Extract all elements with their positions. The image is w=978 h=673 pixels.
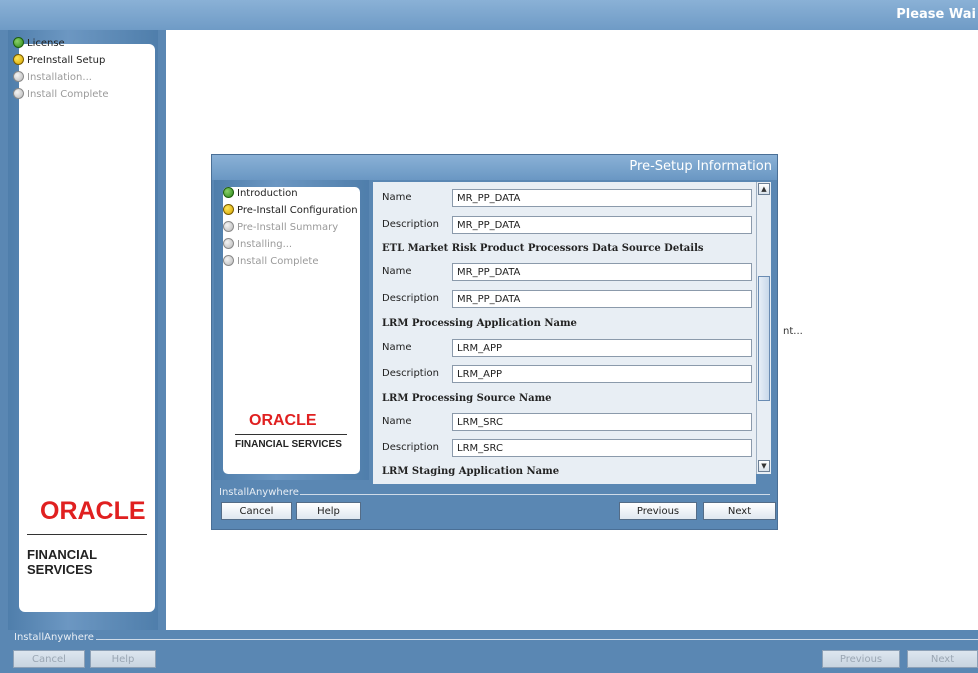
oracle-logo: ORACLE xyxy=(249,412,317,429)
section-lrm-processing-app: LRM Processing Application Name xyxy=(382,318,577,329)
s1-name-row: Name xyxy=(373,261,756,285)
dialog-step-label: Pre-Install Summary xyxy=(237,222,339,233)
scroll-up-icon[interactable]: ▲ xyxy=(758,183,770,195)
outer-next-button[interactable]: Next xyxy=(907,650,978,668)
outer-steps-panel: License PreInstall Setup Installation...… xyxy=(13,36,155,612)
top-name-row: Name xyxy=(373,187,756,211)
outer-cancel-button[interactable]: Cancel xyxy=(13,650,85,668)
dialog-step-summary: Pre-Install Summary xyxy=(223,220,338,236)
s3-description-row: Description xyxy=(373,437,756,461)
cancel-button[interactable]: Cancel xyxy=(221,502,292,520)
installanywhere-label: InstallAnywhere xyxy=(14,632,94,643)
oracle-logo: ORACLE xyxy=(40,497,146,525)
dialog-step-introduction: Introduction xyxy=(223,186,298,202)
window-header: Please Wai xyxy=(0,0,978,30)
description-label: Description xyxy=(382,368,439,379)
next-button[interactable]: Next xyxy=(703,502,776,520)
dialog-step-preinstall-config: Pre-Install Configuration xyxy=(223,203,358,219)
dialog-step-label: Introduction xyxy=(237,188,298,199)
pending-icon xyxy=(13,70,24,82)
scroll-thumb[interactable] xyxy=(758,276,770,401)
footer-rule xyxy=(96,639,978,640)
s2-name-row: Name xyxy=(373,337,756,361)
outer-step-label: Installation... xyxy=(27,72,92,83)
financial-services-logo: FINANCIAL SERVICES xyxy=(235,439,342,450)
name-label: Name xyxy=(382,416,412,427)
arrow-icon xyxy=(13,53,24,65)
outer-step-license: License xyxy=(13,36,65,52)
top-description-row: Description xyxy=(373,214,756,238)
section-lrm-staging-app: LRM Staging Application Name xyxy=(382,466,560,477)
name-label: Name xyxy=(382,342,412,353)
outer-step-label: PreInstall Setup xyxy=(27,55,106,66)
pending-icon xyxy=(223,254,234,266)
pre-setup-dialog: Pre-Setup Information Introduction Pre-I… xyxy=(211,154,778,530)
section-etl-data-source: ETL Market Risk Product Processors Data … xyxy=(382,243,704,254)
s2-name-input[interactable] xyxy=(452,339,752,357)
dialog-title: Pre-Setup Information xyxy=(629,159,772,174)
dialog-step-installing: Installing... xyxy=(223,237,292,253)
window-title: Please Wai xyxy=(896,7,976,22)
background-status-text: nt... xyxy=(783,326,803,337)
s3-description-input[interactable] xyxy=(452,439,752,457)
check-icon xyxy=(13,36,24,48)
dialog-footer: InstallAnywhere Cancel Help Previous Nex… xyxy=(212,485,777,529)
outer-step-complete: Install Complete xyxy=(13,87,108,103)
description-label: Description xyxy=(382,442,439,453)
pre-setup-form: Name Description ETL Market Risk Product… xyxy=(373,182,756,484)
pending-icon xyxy=(13,87,24,99)
pending-icon xyxy=(223,237,234,249)
financial-services-logo: FINANCIAL SERVICES xyxy=(27,547,97,577)
s2-description-input[interactable] xyxy=(452,365,752,383)
dialog-step-label: Installing... xyxy=(237,239,293,250)
name-label: Name xyxy=(382,266,412,277)
s2-description-row: Description xyxy=(373,363,756,387)
outer-step-preinstall: PreInstall Setup xyxy=(13,53,105,69)
form-scrollbar[interactable]: ▲ ▼ xyxy=(756,182,771,474)
dialog-step-complete: Install Complete xyxy=(223,254,318,270)
logo-divider xyxy=(27,534,147,535)
previous-button[interactable]: Previous xyxy=(619,502,697,520)
dialog-step-label: Install Complete xyxy=(237,256,319,267)
outer-step-label: Install Complete xyxy=(27,89,109,100)
s1-name-input[interactable] xyxy=(452,263,752,281)
s3-name-row: Name xyxy=(373,411,756,435)
name-label: Name xyxy=(382,192,412,203)
arrow-icon xyxy=(223,203,234,215)
dialog-step-label: Pre-Install Configuration xyxy=(237,205,358,216)
dialog-steps-panel: Introduction Pre-Install Configuration P… xyxy=(223,186,360,474)
s1-description-row: Description xyxy=(373,288,756,312)
pending-icon xyxy=(223,220,234,232)
installanywhere-label: InstallAnywhere xyxy=(219,487,299,498)
s3-name-input[interactable] xyxy=(452,413,752,431)
outer-step-installation: Installation... xyxy=(13,70,92,86)
check-icon xyxy=(223,186,234,198)
outer-footer: InstallAnywhere Cancel Help Previous Nex… xyxy=(0,630,978,673)
scroll-down-icon[interactable]: ▼ xyxy=(758,460,770,472)
description-label: Description xyxy=(382,219,439,230)
section-lrm-processing-source: LRM Processing Source Name xyxy=(382,393,552,404)
description-label: Description xyxy=(382,293,439,304)
logo-divider xyxy=(235,434,347,435)
outer-help-button[interactable]: Help xyxy=(90,650,156,668)
help-button[interactable]: Help xyxy=(296,502,361,520)
s1-description-input[interactable] xyxy=(452,290,752,308)
dialog-header: Pre-Setup Information xyxy=(212,155,777,180)
outer-step-label: License xyxy=(27,38,65,49)
top-description-input[interactable] xyxy=(452,216,752,234)
footer-rule xyxy=(300,494,770,495)
outer-previous-button[interactable]: Previous xyxy=(822,650,900,668)
top-name-input[interactable] xyxy=(452,189,752,207)
